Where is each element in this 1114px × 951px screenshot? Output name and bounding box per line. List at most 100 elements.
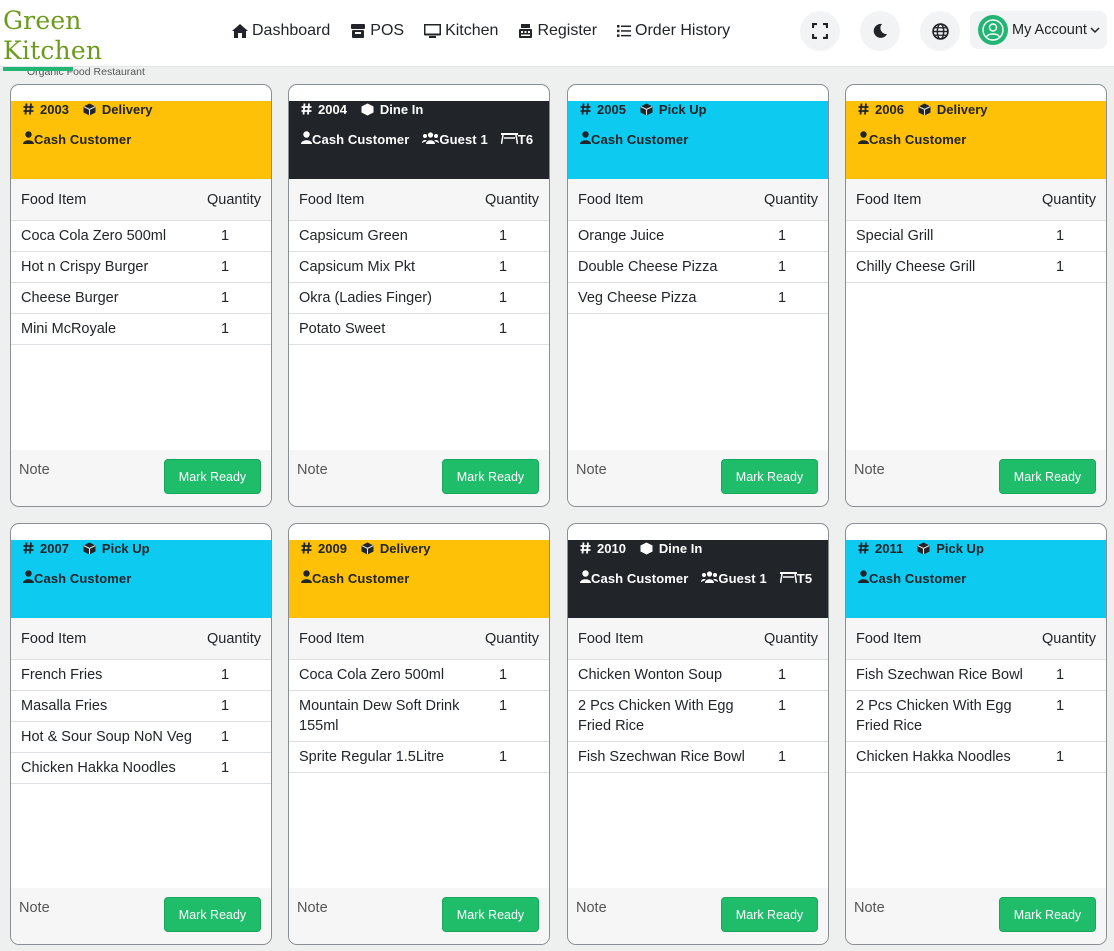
items-table-header: Food Item Quantity <box>289 179 549 221</box>
box-icon <box>83 103 96 115</box>
order-type-label: Pick Up <box>936 540 984 556</box>
monitor-icon <box>424 24 442 38</box>
table-row: 2 Pcs Chicken With Egg Fried Rice 1 <box>568 691 828 742</box>
mark-ready-button[interactable]: Mark Ready <box>721 459 818 494</box>
item-name: Chicken Hakka Noodles <box>856 749 1011 765</box>
top-navbar: Green Kitchen Organic Food Restaurant Da… <box>0 0 1114 78</box>
dark-mode-button[interactable] <box>860 11 900 51</box>
active-nav-indicator <box>3 67 73 71</box>
order-card: 2003 Delivery Cash Customer Food Item Quanti… <box>10 84 272 507</box>
nav-order-history[interactable]: Order History <box>617 20 730 42</box>
table-row: Veg Cheese Pizza 1 <box>568 283 828 314</box>
nav-dashboard[interactable]: Dashboard <box>232 20 330 42</box>
item-qty: 1 <box>777 259 787 275</box>
nav-register[interactable]: Register <box>518 20 597 42</box>
order-number: 2011 <box>858 541 903 556</box>
item-qty: 1 <box>777 667 787 683</box>
table-number: T5 <box>796 570 813 586</box>
hash-icon <box>858 542 869 554</box>
item-qty: 1 <box>777 290 787 306</box>
table-row: Chicken Hakka Noodles 1 <box>11 753 271 784</box>
item-qty: 1 <box>498 667 508 683</box>
nav-kitchen[interactable]: Kitchen <box>424 20 498 42</box>
order-card-footer: Note Mark Ready <box>568 888 828 944</box>
mark-ready-button[interactable]: Mark Ready <box>164 459 261 494</box>
item-qty: 1 <box>220 698 230 714</box>
order-card: 2011 Pick Up Cash Customer Food Item Quantit… <box>845 523 1107 945</box>
hash-icon <box>301 103 312 115</box>
user-icon <box>23 131 34 144</box>
item-name: 2 Pcs Chicken With Egg Fried Rice <box>578 698 734 734</box>
customer-name: Cash Customer <box>869 131 967 147</box>
item-name: Fish Szechwan Rice Bowl <box>578 749 745 765</box>
table: T5 <box>779 570 813 586</box>
item-name: Veg Cheese Pizza <box>578 290 697 306</box>
nav-pos[interactable]: POS <box>350 20 404 42</box>
account-menu[interactable]: My Account <box>970 11 1107 49</box>
order-type-label: Dine In <box>658 540 703 556</box>
order-card: 2006 Delivery Cash Customer Food Item Quanti… <box>845 84 1107 507</box>
customer: Cash Customer <box>301 131 409 147</box>
nav-label: Register <box>537 22 598 39</box>
hash-icon <box>858 103 869 115</box>
customer: Cash Customer <box>301 570 409 586</box>
table-row: Mountain Dew Soft Drink 155ml 1 <box>289 691 549 742</box>
order-type: Delivery <box>361 541 431 556</box>
box-icon <box>361 103 374 115</box>
table-row: Okra (Ladies Finger) 1 <box>289 283 549 314</box>
items-table-header: Food Item Quantity <box>846 618 1106 660</box>
item-name: Orange Juice <box>578 228 665 244</box>
note-label: Note <box>854 900 885 916</box>
mark-ready-button[interactable]: Mark Ready <box>999 897 1096 932</box>
brand-name: Green Kitchen <box>3 6 103 65</box>
table-row: Potato Sweet 1 <box>289 314 549 345</box>
mark-ready-button[interactable]: Mark Ready <box>442 459 539 494</box>
item-name: French Fries <box>21 667 103 683</box>
mark-ready-button[interactable]: Mark Ready <box>999 459 1096 494</box>
order-number-value: 2003 <box>40 101 69 117</box>
order-type: Pick Up <box>917 541 984 556</box>
language-button[interactable] <box>920 11 960 51</box>
order-card: 2010 Dine In Cash Customer Guest 1 T5 Food It… <box>567 523 829 945</box>
order-card-footer: Note Mark Ready <box>846 450 1106 506</box>
user-icon <box>301 570 312 583</box>
table-row: Hot n Crispy Burger 1 <box>11 252 271 283</box>
customer: Cash Customer <box>23 131 131 147</box>
mark-ready-button[interactable]: Mark Ready <box>721 897 818 932</box>
customer-name: Cash Customer <box>591 570 689 586</box>
order-card: 2007 Pick Up Cash Customer Food Item Quantit… <box>10 523 272 945</box>
table-row: Fish Szechwan Rice Bowl 1 <box>568 742 828 773</box>
order-card-footer: Note Mark Ready <box>11 450 271 506</box>
quantity-header: Quantity <box>1042 630 1096 647</box>
item-qty: 1 <box>498 228 508 244</box>
customer-name: Cash Customer <box>34 131 132 147</box>
items-table-header: Food Item Quantity <box>568 179 828 221</box>
table-icon <box>779 571 798 583</box>
order-card: 2004 Dine In Cash Customer Guest 1 T6 Food It… <box>288 84 550 507</box>
food-item-header: Food Item <box>21 630 87 647</box>
fullscreen-icon <box>812 23 828 39</box>
store-icon <box>351 24 366 38</box>
order-type: Dine In <box>361 102 423 117</box>
item-qty: 1 <box>1055 698 1065 714</box>
user-icon <box>580 570 591 583</box>
customer-name: Cash Customer <box>591 131 689 147</box>
item-qty: 1 <box>777 698 787 714</box>
order-number-value: 2007 <box>40 540 69 556</box>
item-name: Hot & Sour Soup NoN Veg <box>21 729 192 745</box>
nav-label: Kitchen <box>445 22 499 39</box>
order-type-label: Delivery <box>936 101 988 117</box>
customer-name: Cash Customer <box>312 570 410 586</box>
item-name: Chilly Cheese Grill <box>856 259 976 275</box>
mark-ready-button[interactable]: Mark Ready <box>164 897 261 932</box>
fullscreen-button[interactable] <box>800 11 840 51</box>
note-label: Note <box>19 462 50 478</box>
items-table-header: Food Item Quantity <box>568 618 828 660</box>
order-card-footer: Note Mark Ready <box>11 888 271 944</box>
item-qty: 1 <box>777 749 787 765</box>
quantity-header: Quantity <box>485 630 539 647</box>
order-card: 2009 Delivery Cash Customer Food Item Quanti… <box>288 523 550 945</box>
food-item-header: Food Item <box>578 191 644 208</box>
item-qty: 1 <box>220 729 230 745</box>
mark-ready-button[interactable]: Mark Ready <box>442 897 539 932</box>
